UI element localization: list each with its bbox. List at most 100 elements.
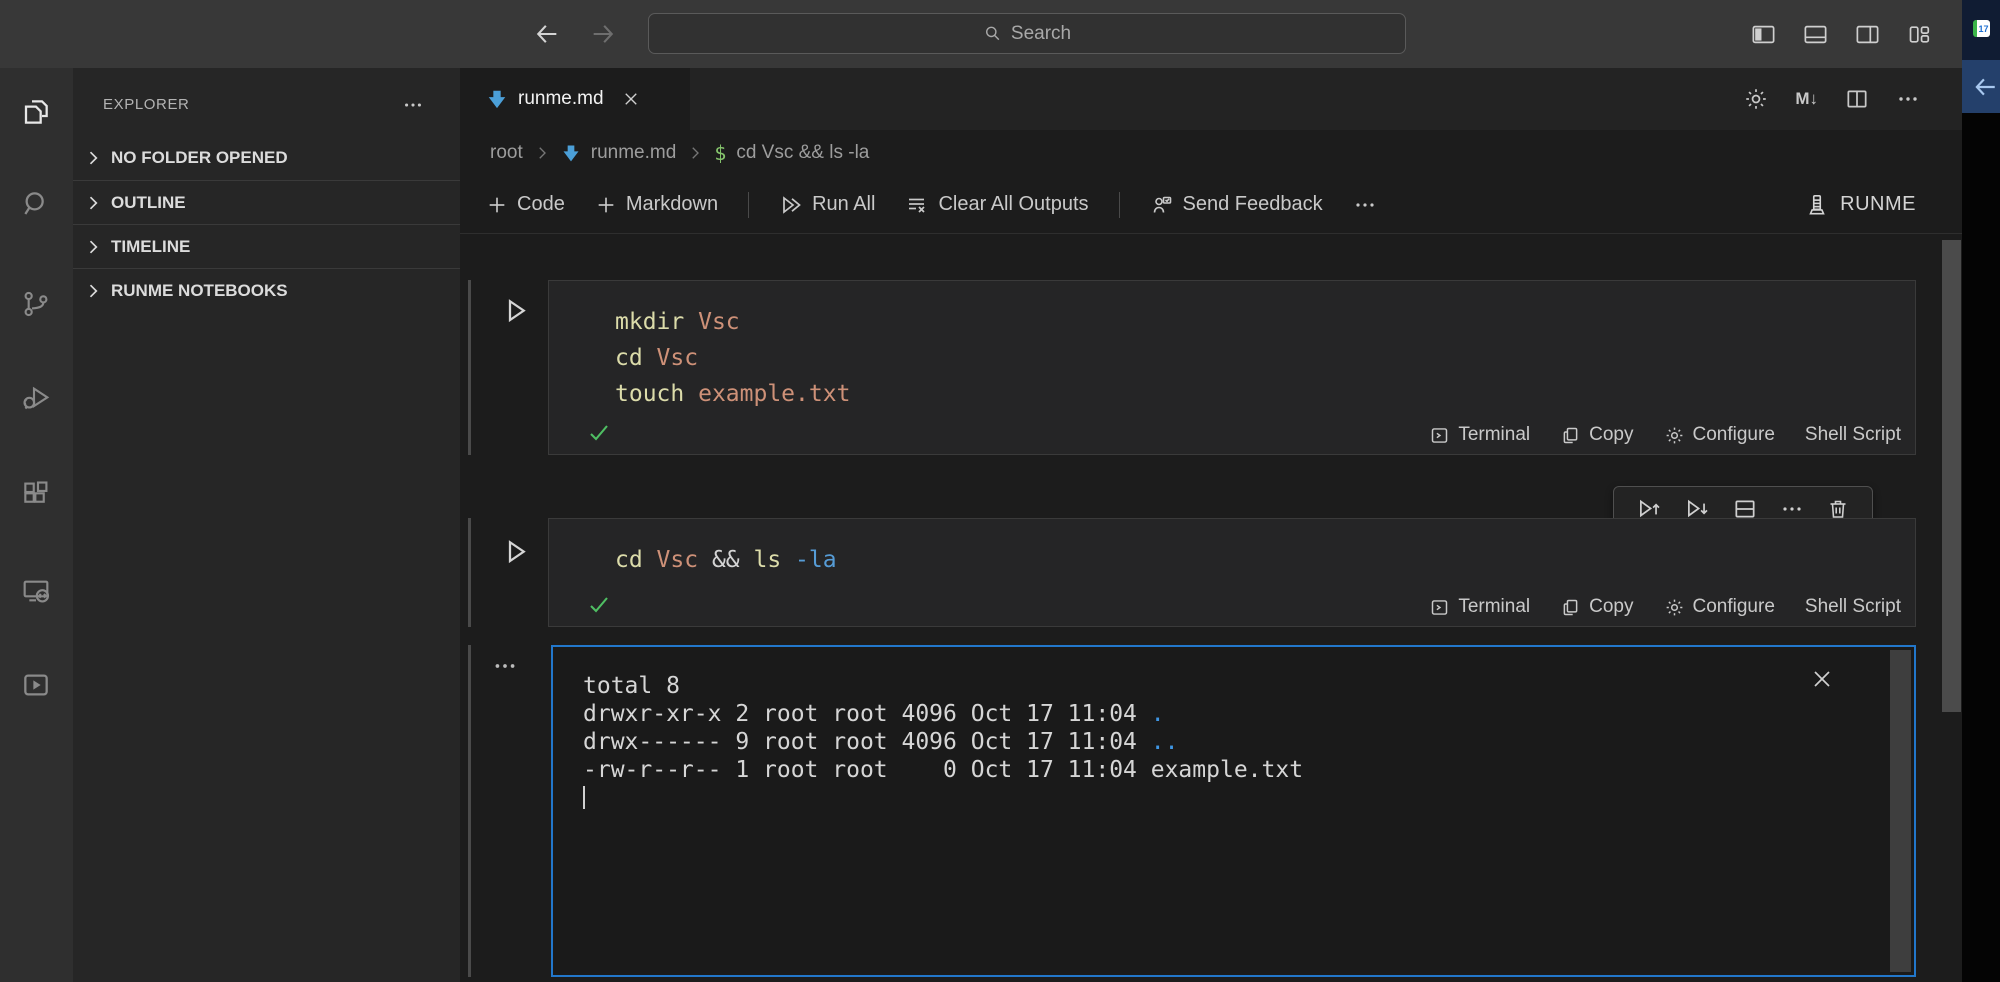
tab-runme-md[interactable]: runme.md [460,68,690,130]
activity-bar [0,68,73,982]
background-window-header: 17 [1962,0,2000,60]
cell-copy-button[interactable]: Copy [1560,424,1633,446]
split-editor-icon[interactable] [1844,86,1870,112]
cell-output-terminal[interactable]: total 8drwxr-xr-x 2 root root 4096 Oct 1… [551,645,1916,977]
remote-explorer-icon[interactable] [18,573,54,609]
output-scrollbar[interactable] [1890,650,1911,972]
output-menu-icon[interactable] [488,652,522,680]
breadcrumb-root[interactable]: root [490,142,523,164]
explorer-more-actions-icon[interactable] [402,94,424,116]
customize-layout-icon[interactable] [1906,21,1933,48]
clear-all-outputs-button[interactable]: Clear All Outputs [905,193,1088,217]
clear-outputs-icon [905,193,929,217]
cell-terminal-button[interactable]: Terminal [1429,596,1530,618]
code-cell-1: mkdir Vsccd Vsctouch example.txt Termina… [548,280,1916,455]
more-actions-icon[interactable] [1896,87,1920,111]
toggle-panel-icon[interactable] [1802,21,1829,48]
cell-language-label[interactable]: Shell Script [1805,596,1901,618]
markdown-file-icon [486,88,508,110]
breadcrumb-file[interactable]: runme.md [591,142,677,164]
cell-code-editor[interactable]: cd Vsc && ls -la [615,542,837,578]
vscode-window: Search [0,0,2000,982]
extensions-icon[interactable] [18,476,54,512]
cell-code-editor[interactable]: mkdir Vsccd Vsctouch example.txt [615,304,850,412]
feedback-icon [1150,193,1174,217]
gear-icon[interactable] [1743,86,1769,112]
notebook: mkdir Vsccd Vsctouch example.txt Termina… [460,234,1962,982]
terminal-icon [1429,425,1450,446]
chevron-right-icon [83,281,103,301]
chevron-right-icon [533,144,551,162]
background-window-toolbar [1962,60,2000,113]
chevron-right-icon [686,144,704,162]
copy-icon [1560,597,1581,618]
cell-copy-button[interactable]: Copy [1560,596,1633,618]
code-cell-2: cd Vsc && ls -la Terminal Copy C [548,518,1916,627]
gear-icon [1664,597,1685,618]
run-all-button[interactable]: Run All [779,193,875,217]
cell-configure-button[interactable]: Configure [1664,596,1775,618]
forward-icon[interactable] [589,20,617,48]
toolbar-separator [1119,192,1120,218]
success-check-icon [587,421,611,445]
notebook-toolbar: Code Markdown Run All Clear All Outputs … [460,176,1962,234]
cell-terminal-button[interactable]: Terminal [1429,424,1530,446]
background-window: 17 [1962,0,2000,982]
success-check-icon [587,593,611,617]
add-markdown-cell-button[interactable]: Markdown [595,193,718,216]
markdown-preview-icon[interactable]: M↓ [1795,89,1818,109]
runme-notebooks-icon[interactable] [18,667,54,703]
output-focus-indicator[interactable] [468,645,471,977]
source-control-icon[interactable] [18,286,54,322]
close-output-icon[interactable] [1810,667,1834,691]
search-input[interactable]: Search [648,13,1406,54]
breadcrumb-prompt: $ [714,141,726,165]
toggle-primary-sidebar-icon[interactable] [1750,21,1777,48]
send-feedback-button[interactable]: Send Feedback [1150,193,1323,217]
sidebar-section-timeline[interactable]: TIMELINE [73,224,460,268]
run-cell-button[interactable] [497,292,533,328]
breadcrumb-command[interactable]: cd Vsc && ls -la [736,142,869,164]
sidebar-section-no-folder-opened[interactable]: NO FOLDER OPENED [73,136,460,180]
plus-icon [486,194,508,216]
back-icon[interactable] [533,20,561,48]
search-icon [983,24,1002,43]
chevron-right-icon [83,237,103,257]
cell-focus-indicator[interactable] [468,518,471,627]
toolbar-separator [748,192,749,218]
markdown-file-icon [561,143,581,163]
tab-close-icon[interactable] [622,90,640,108]
runme-brand[interactable]: RUNME [1804,192,1916,218]
copy-icon [1560,425,1581,446]
sidebar-section-outline[interactable]: OUTLINE [73,180,460,224]
cell-configure-button[interactable]: Configure [1664,424,1775,446]
terminal-icon [1429,597,1450,618]
add-code-cell-button[interactable]: Code [486,193,565,216]
editor-scrollbar[interactable] [1942,240,1961,712]
toolbar-more-icon[interactable] [1353,193,1377,217]
calendar-icon: 17 [1973,20,1990,37]
sidebar-section-runme-notebooks[interactable]: RUNME NOTEBOOKS [73,268,460,312]
search-view-icon[interactable] [18,186,54,222]
title-bar: Search [0,0,1962,68]
plus-icon [595,194,617,216]
chevron-right-icon [83,193,103,213]
cell-focus-indicator[interactable] [468,280,471,455]
chevron-right-icon [83,148,103,168]
background-window-body [1962,113,2000,982]
back-arrow-icon [1972,74,1998,100]
terminal-output-text: total 8drwxr-xr-x 2 root root 4096 Oct 1… [583,672,1303,812]
runme-logo-icon [1804,192,1830,218]
run-all-icon [779,193,803,217]
run-cell-button[interactable] [497,533,533,569]
run-and-debug-icon[interactable] [18,380,54,416]
search-placeholder: Search [1011,23,1071,45]
editor-area: runme.md M↓ root r [460,68,1962,982]
tab-bar: runme.md M↓ [460,68,1962,130]
explorer-sidebar: EXPLORER NO FOLDER OPENED OUTLINE TIMELI… [73,68,460,982]
breadcrumb: root runme.md $ cd Vsc && ls -la [460,130,1962,176]
tab-label: runme.md [518,88,604,110]
toggle-secondary-sidebar-icon[interactable] [1854,21,1881,48]
explorer-icon[interactable] [18,94,54,130]
cell-language-label[interactable]: Shell Script [1805,424,1901,446]
